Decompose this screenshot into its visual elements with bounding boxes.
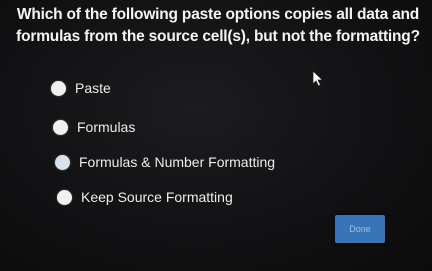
radio-button[interactable] (53, 119, 68, 135)
option-label: Formulas (77, 119, 136, 135)
option-formulas-number-formatting[interactable]: Formulas & Number Formatting (55, 154, 275, 170)
question-text: Which of the following paste options cop… (16, 6, 420, 45)
option-keep-source-formatting[interactable]: Keep Source Formatting (57, 189, 233, 205)
radio-button[interactable] (55, 154, 70, 170)
mouse-pointer-icon (312, 70, 324, 87)
radio-button[interactable] (57, 189, 72, 205)
option-label: Formulas & Number Formatting (79, 154, 276, 170)
quiz-panel: Which of the following paste options cop… (0, 0, 432, 271)
option-label: Paste (75, 80, 111, 96)
radio-button[interactable] (51, 80, 66, 96)
option-formulas[interactable]: Formulas (53, 119, 135, 135)
done-button[interactable]: Done (335, 215, 385, 243)
option-paste[interactable]: Paste (51, 80, 111, 96)
option-label: Keep Source Formatting (81, 189, 233, 205)
